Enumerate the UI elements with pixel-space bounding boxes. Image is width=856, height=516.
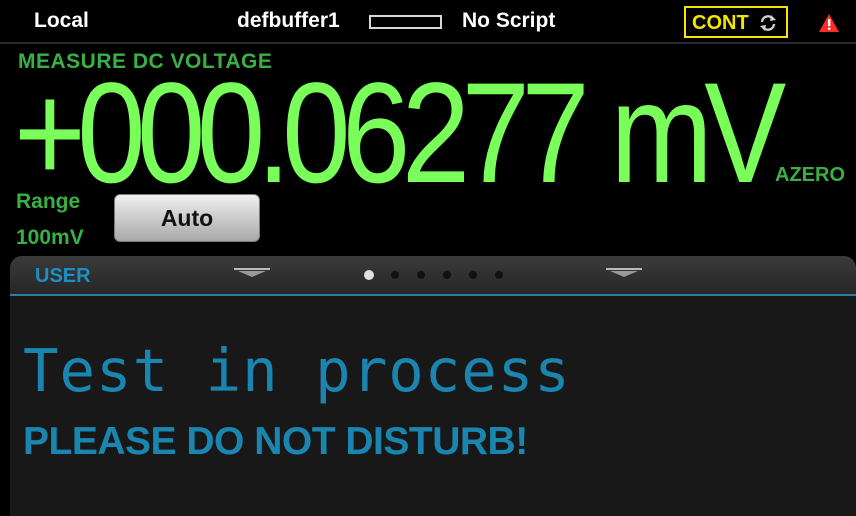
drag-handle-icon[interactable] [606,268,642,278]
reading-value: +000.06277 [14,54,590,213]
page-indicator-dot[interactable] [494,270,504,280]
reading-unit: mV [610,54,786,213]
user-message-line1: Test in process [23,336,571,405]
page-indicator-dot[interactable] [416,270,426,280]
page-indicator-dot[interactable] [442,270,452,280]
refresh-icon [760,15,776,31]
status-divider [0,42,856,44]
warning-icon[interactable] [818,13,840,33]
trigger-mode-indicator[interactable]: CONT [684,6,788,38]
page-indicator-dot-active[interactable] [364,270,374,280]
trigger-mode-label: CONT [692,12,749,34]
buffer-name[interactable]: defbuffer1 [237,9,340,33]
azero-indicator: AZERO [775,164,845,186]
page-indicator-dot[interactable] [390,270,400,280]
range-value: 100mV [16,226,84,249]
measurement-reading: +000.06277 mV [14,62,786,205]
script-indicator[interactable]: No Script [462,9,555,33]
user-message-line2: PLEASE DO NOT DISTURB! [23,420,528,463]
range-label: Range [16,190,81,213]
buffer-fill-indicator[interactable] [369,15,442,29]
swipe-panel-header[interactable] [10,256,856,296]
user-swipe-panel [10,296,856,516]
local-remote-indicator[interactable]: Local [34,9,89,33]
swipe-tab-user: USER [35,265,91,287]
drag-handle-icon[interactable] [234,268,270,278]
range-auto-button[interactable]: Auto [114,194,260,242]
page-indicator-dot[interactable] [468,270,478,280]
